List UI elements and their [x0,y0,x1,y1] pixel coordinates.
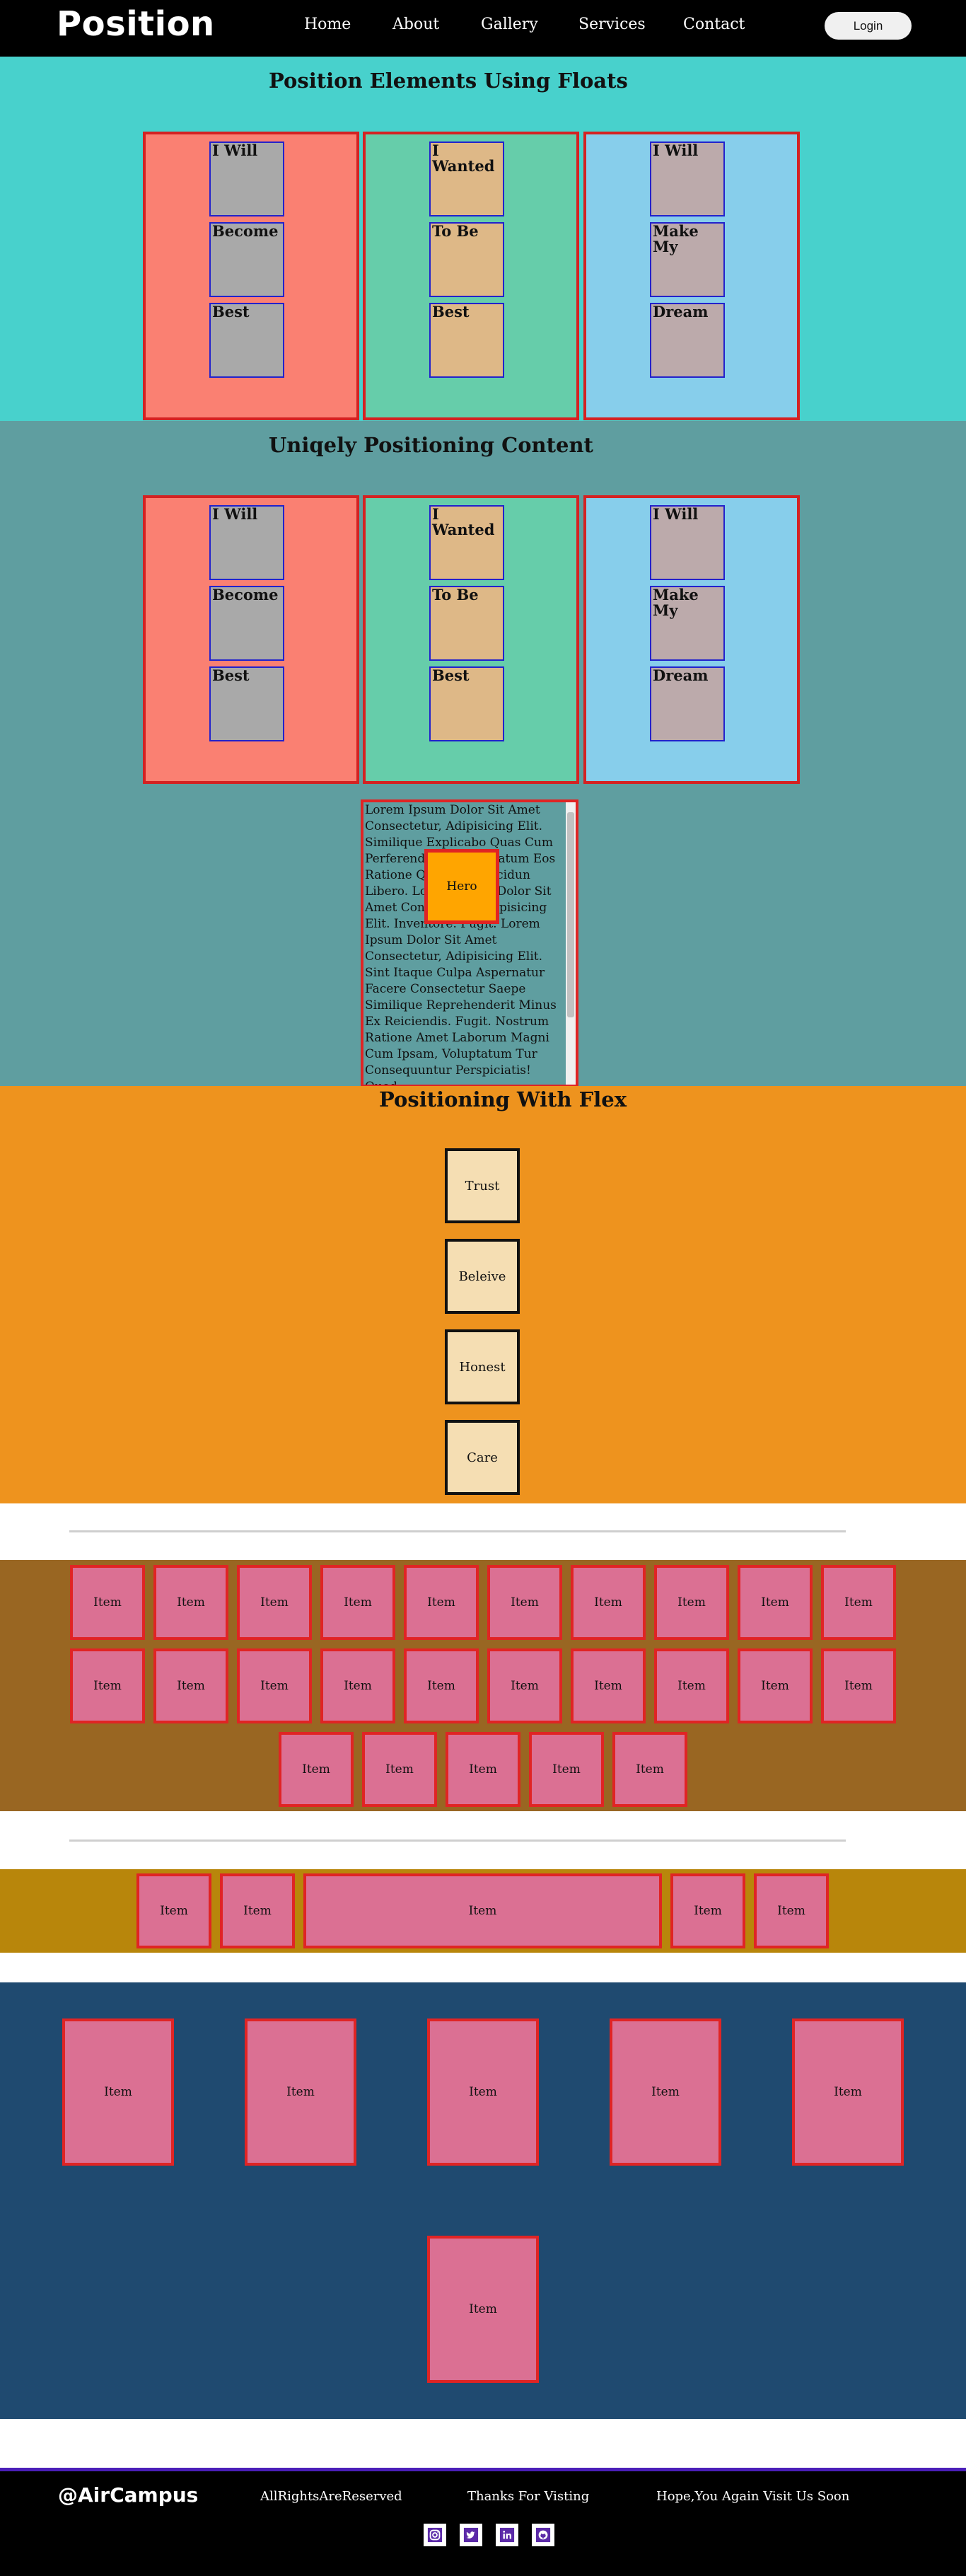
floats-column-3: I Will Make My Dream [583,132,800,420]
floats-title: Position Elements Using Floats [269,69,628,93]
floats-column-2: I Wanted To Be Best [363,132,579,420]
unique-box: Dream [650,666,725,741]
footer-thanks: Thanks For Visting [467,2489,590,2504]
tall-item: Item [427,2018,539,2166]
flex-item-trust: Trust [445,1148,520,1223]
unique-title: Uniqely Positioning Content [269,433,593,457]
grow-item-wide: Item [303,1873,662,1948]
twitter-icon[interactable] [460,2524,482,2546]
grid-item: Item [279,1732,354,1807]
unique-box: To Be [429,586,504,661]
unique-column-1: I Will Become Best [143,495,359,784]
grid-item: Item [237,1565,312,1640]
grow-item: Item [220,1873,295,1948]
grid-item: Item [738,1565,813,1640]
navbar: Position Home About Gallery Services Con… [0,0,966,57]
float-box: Become [209,222,284,297]
scrollbar-thumb[interactable] [567,812,574,1017]
github-icon[interactable] [532,2524,554,2546]
grid-item: Item [320,1565,395,1640]
grid-item: Item [821,1648,896,1723]
nav-services[interactable]: Services [578,16,646,33]
tall-item: Item [245,2018,356,2166]
footer-hope: Hope,You Again Visit Us Soon [656,2489,850,2504]
flex-title: Positioning With Flex [379,1087,627,1111]
float-box: Best [209,303,284,378]
grid-item: Item [529,1732,604,1807]
unique-box: Best [429,666,504,741]
unique-column-3: I Will Make My Dream [583,495,800,784]
grid-item: Item [654,1565,729,1640]
unique-box: I Wanted [429,505,504,580]
footer-brand: @AirCampus [58,2483,199,2507]
grid-item: Item [487,1648,562,1723]
unique-column-2: I Wanted To Be Best [363,495,579,784]
float-box: Best [429,303,504,378]
grid-item: Item [362,1732,437,1807]
divider [69,1530,846,1532]
flex-item-honest: Honest [445,1329,520,1404]
grid-item: Item [487,1565,562,1640]
flex-item-care: Care [445,1420,520,1495]
grid-item: Item [153,1565,228,1640]
grid-item: Item [404,1565,479,1640]
grid-item: Item [404,1648,479,1723]
nav-contact[interactable]: Contact [683,16,745,33]
unique-box: I Will [209,505,284,580]
unique-box: Make My [650,586,725,661]
unique-box: Become [209,586,284,661]
nav-about[interactable]: About [392,16,439,33]
grid-item: Item [571,1648,646,1723]
float-box: I Wanted [429,141,504,216]
grid-item: Item [446,1732,520,1807]
hero-box: Hero [424,849,499,924]
floats-column-1: I Will Become Best [143,132,359,420]
float-box: Make My [650,222,725,297]
grid-item: Item [70,1565,145,1640]
grid-item: Item [237,1648,312,1723]
brand-logo[interactable]: Position [57,4,215,44]
grow-item: Item [136,1873,211,1948]
footer-rights: AllRightsAreReserved [260,2489,402,2504]
float-box: I Will [650,141,725,216]
grow-item: Item [754,1873,829,1948]
grid-item: Item [738,1648,813,1723]
grid-item: Item [571,1565,646,1640]
nav-home[interactable]: Home [304,16,351,33]
grid-item: Item [320,1648,395,1723]
grid-item: Item [654,1648,729,1723]
tall-item: Item [427,2236,539,2383]
unique-box: I Will [650,505,725,580]
grid-item: Item [153,1648,228,1723]
scrollbar[interactable] [566,802,576,1085]
tall-item: Item [610,2018,721,2166]
login-button[interactable]: Login [825,12,912,40]
grid-item: Item [821,1565,896,1640]
grow-item: Item [670,1873,745,1948]
flex-item-believe: Beleive [445,1239,520,1314]
instagram-icon[interactable] [424,2524,446,2546]
float-box: I Will [209,141,284,216]
divider [69,1839,846,1842]
grid-item: Item [70,1648,145,1723]
tall-item: Item [792,2018,904,2166]
scrollable-text-box[interactable]: Lorem Ipsum Dolor Sit Amet Consectetur, … [361,799,578,1087]
linkedin-icon[interactable] [496,2524,518,2546]
nav-gallery[interactable]: Gallery [481,16,538,33]
tall-item: Item [62,2018,174,2166]
lorem-text: Lorem Ipsum Dolor Sit Amet Consectetur, … [365,803,557,1087]
float-box: To Be [429,222,504,297]
grid-item: Item [612,1732,687,1807]
float-box: Dream [650,303,725,378]
unique-box: Best [209,666,284,741]
